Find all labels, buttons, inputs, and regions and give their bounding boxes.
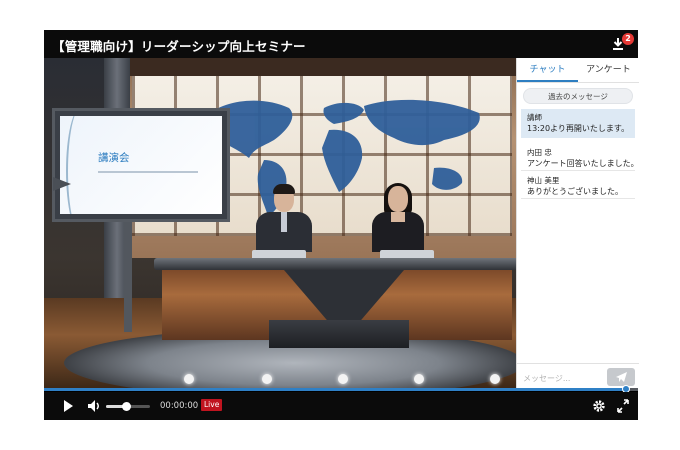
progress-fill (44, 388, 627, 391)
title-bar: 【管理職向け】リーダーシップ向上セミナー 2 (44, 30, 638, 58)
panel-tabs: チャット アンケート (517, 58, 639, 83)
seminar-title: 【管理職向け】リーダーシップ向上セミナー (52, 39, 306, 54)
chat-message: 神山 美里 ありがとうございました。 (521, 172, 635, 201)
send-button[interactable] (607, 368, 635, 386)
message-text: アンケート回答いたしました。 (527, 159, 639, 168)
volume-slider[interactable] (106, 402, 150, 411)
chat-input-area (517, 363, 639, 391)
chat-message: 講師 13:20より再開いたします。 (521, 109, 635, 138)
message-text: ありがとうございました。 (527, 187, 623, 196)
news-desk-top (154, 258, 516, 270)
paper-plane-icon (616, 372, 627, 382)
download-count-badge: 2 (622, 33, 634, 45)
volume-icon[interactable] (86, 398, 102, 414)
gear-icon[interactable] (592, 398, 606, 414)
message-author: 講師 (527, 113, 542, 122)
control-bar: 00:00:00 Live (44, 392, 638, 420)
world-map-graphic (204, 99, 480, 216)
play-icon[interactable] (62, 398, 74, 414)
ceiling-beam (124, 58, 516, 76)
message-author: 神山 美里 (527, 176, 560, 185)
presentation-screen: 講演会 (52, 108, 230, 222)
screen-stand (124, 222, 132, 332)
message-text: 13:20より再開いたします。 (527, 124, 630, 133)
stage-lights (44, 366, 516, 390)
chat-panel: チャット アンケート 過去のメッセージ 講師 13:20より再開いたします。 内… (516, 58, 639, 390)
video-player: 【管理職向け】リーダーシップ向上セミナー 2 講演会 チャット アンケート 過去… (44, 30, 639, 420)
volume-handle[interactable] (121, 402, 131, 411)
progress-bar[interactable] (44, 385, 638, 393)
time-display: 00:00:00 (160, 401, 199, 411)
desk-base (269, 320, 409, 348)
chat-message-input[interactable] (521, 369, 605, 387)
chat-message: 内田 忠 アンケート回答いたしました。 (521, 144, 639, 173)
message-author: 内田 忠 (527, 148, 552, 157)
message-divider (521, 170, 635, 171)
message-divider (521, 198, 635, 199)
tab-chat[interactable]: チャット (517, 58, 578, 82)
slide-title: 講演会 (98, 152, 130, 164)
fullscreen-icon[interactable] (616, 398, 630, 414)
past-messages-button[interactable]: 過去のメッセージ (523, 88, 633, 104)
tab-survey[interactable]: アンケート (578, 58, 639, 82)
video-frame[interactable]: 講演会 (44, 58, 516, 390)
live-badge: Live (201, 399, 223, 411)
